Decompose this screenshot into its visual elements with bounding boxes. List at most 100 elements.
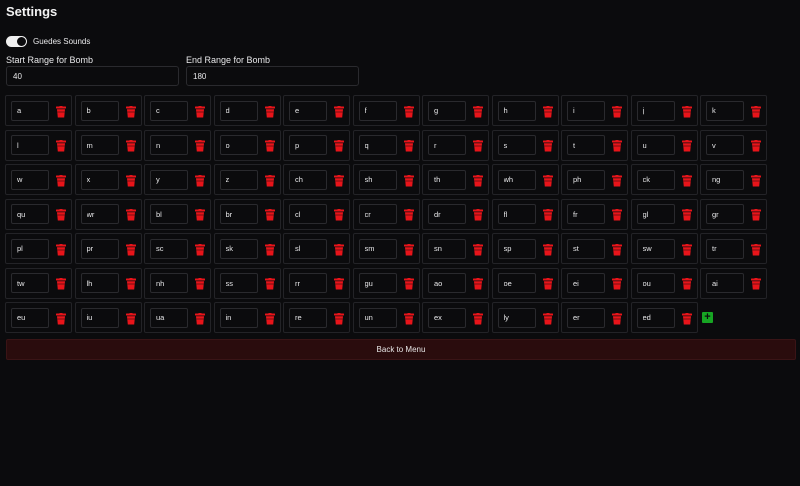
syllable-input[interactable] [80, 238, 119, 259]
syllable-input[interactable] [80, 100, 119, 121]
syllable-input[interactable] [636, 135, 675, 155]
syllable-input[interactable] [636, 100, 675, 121]
syllable-input[interactable] [428, 307, 466, 328]
end-range-input[interactable] [186, 66, 359, 86]
trash-icon[interactable] [542, 277, 553, 290]
syllable-input[interactable] [706, 238, 744, 259]
syllable-input[interactable] [289, 135, 327, 155]
trash-icon[interactable] [195, 139, 205, 152]
syllable-input[interactable] [497, 204, 536, 224]
syllable-input[interactable] [150, 204, 188, 224]
syllable-input[interactable] [706, 135, 744, 155]
syllable-input[interactable] [497, 169, 536, 190]
syllable-input[interactable] [11, 238, 49, 259]
syllable-input[interactable] [11, 307, 49, 328]
trash-icon[interactable] [542, 208, 553, 221]
syllable-input[interactable] [428, 169, 466, 190]
syllable-input[interactable] [428, 273, 466, 293]
back-to-menu-button[interactable]: Back to Menu [6, 339, 796, 360]
trash-icon[interactable] [334, 105, 344, 117]
syllable-input[interactable] [289, 204, 327, 224]
trash-icon[interactable] [612, 174, 622, 186]
syllable-input[interactable] [567, 204, 605, 224]
trash-icon[interactable] [403, 174, 414, 186]
syllable-input[interactable] [219, 238, 258, 259]
trash-icon[interactable] [473, 208, 483, 221]
trash-icon[interactable] [125, 105, 136, 117]
syllable-input[interactable] [567, 273, 605, 293]
trash-icon[interactable] [264, 243, 275, 255]
syllable-input[interactable] [497, 238, 536, 259]
trash-icon[interactable] [403, 105, 414, 117]
trash-icon[interactable] [473, 277, 483, 290]
trash-icon[interactable] [125, 312, 136, 324]
trash-icon[interactable] [334, 312, 344, 324]
trash-icon[interactable] [751, 105, 761, 117]
syllable-input[interactable] [706, 204, 744, 224]
syllable-input[interactable] [428, 204, 466, 224]
trash-icon[interactable] [751, 139, 761, 152]
syllable-input[interactable] [150, 273, 188, 293]
start-range-input[interactable] [6, 66, 179, 86]
syllable-input[interactable] [497, 135, 536, 155]
syllable-input[interactable] [706, 100, 744, 121]
syllable-input[interactable] [80, 273, 119, 293]
syllable-input[interactable] [358, 238, 397, 259]
syllable-input[interactable] [219, 100, 258, 121]
trash-icon[interactable] [612, 243, 622, 255]
syllable-input[interactable] [150, 307, 188, 328]
syllable-input[interactable] [567, 169, 605, 190]
syllable-input[interactable] [636, 169, 675, 190]
syllable-input[interactable] [497, 273, 536, 293]
syllable-input[interactable] [11, 273, 49, 293]
syllable-input[interactable] [428, 100, 466, 121]
syllable-input[interactable] [358, 273, 397, 293]
trash-icon[interactable] [195, 312, 205, 324]
trash-icon[interactable] [56, 312, 66, 324]
trash-icon[interactable] [56, 277, 66, 290]
syllable-input[interactable] [497, 100, 536, 121]
trash-icon[interactable] [264, 312, 275, 324]
syllable-input[interactable] [289, 307, 327, 328]
trash-icon[interactable] [612, 208, 622, 221]
trash-icon[interactable] [125, 174, 136, 186]
syllable-input[interactable] [428, 135, 466, 155]
syllable-input[interactable] [289, 238, 327, 259]
trash-icon[interactable] [473, 174, 483, 186]
trash-icon[interactable] [612, 277, 622, 290]
trash-icon[interactable] [403, 243, 414, 255]
trash-icon[interactable] [751, 243, 761, 255]
syllable-input[interactable] [567, 238, 605, 259]
trash-icon[interactable] [264, 208, 275, 221]
syllable-input[interactable] [150, 169, 188, 190]
syllable-input[interactable] [636, 204, 675, 224]
trash-icon[interactable] [56, 208, 66, 221]
syllable-input[interactable] [80, 135, 119, 155]
syllable-input[interactable] [358, 100, 397, 121]
syllable-input[interactable] [706, 169, 744, 190]
trash-icon[interactable] [542, 105, 553, 117]
trash-icon[interactable] [264, 105, 275, 117]
syllable-input[interactable] [567, 135, 605, 155]
trash-icon[interactable] [334, 139, 344, 152]
trash-icon[interactable] [403, 208, 414, 221]
trash-icon[interactable] [125, 277, 136, 290]
trash-icon[interactable] [334, 277, 344, 290]
trash-icon[interactable] [473, 312, 483, 324]
trash-icon[interactable] [681, 312, 692, 324]
syllable-input[interactable] [358, 204, 397, 224]
trash-icon[interactable] [751, 208, 761, 221]
trash-icon[interactable] [751, 277, 761, 290]
syllable-input[interactable] [11, 169, 49, 190]
plus-icon[interactable]: + [702, 312, 713, 323]
trash-icon[interactable] [681, 105, 692, 117]
trash-icon[interactable] [542, 312, 553, 324]
trash-icon[interactable] [56, 174, 66, 186]
syllable-input[interactable] [636, 238, 675, 259]
syllable-input[interactable] [11, 100, 49, 121]
trash-icon[interactable] [681, 243, 692, 255]
trash-icon[interactable] [56, 139, 66, 152]
syllable-input[interactable] [150, 238, 188, 259]
trash-icon[interactable] [195, 243, 205, 255]
syllable-input[interactable] [80, 204, 119, 224]
